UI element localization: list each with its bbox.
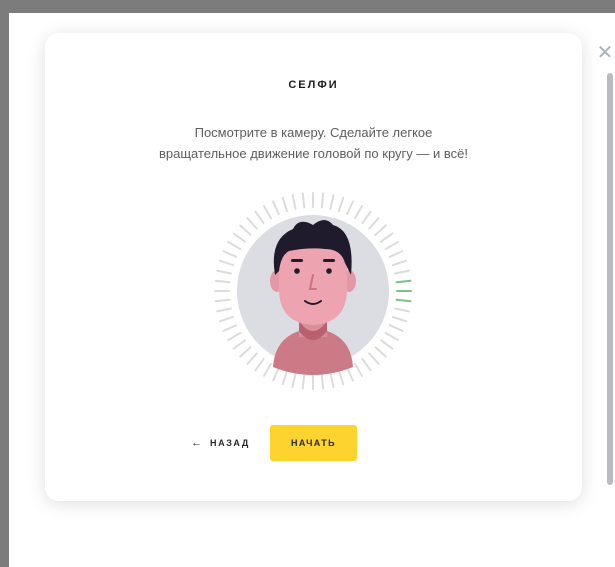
- progress-segment: [368, 352, 380, 365]
- progress-segment: [329, 372, 335, 388]
- selfie-card: СЕЛФИ Посмотрите в камеру. Сделайте легк…: [45, 33, 582, 501]
- progress-segment: [272, 366, 280, 382]
- progress-segment: [320, 192, 325, 209]
- progress-segment: [263, 205, 272, 220]
- instruction-line-2: вращательное движение головой по кругу —…: [158, 146, 468, 161]
- scrollbar[interactable]: [607, 73, 613, 485]
- progress-segment: [346, 200, 354, 216]
- progress-segment: [272, 200, 280, 216]
- progress-segment: [346, 366, 354, 382]
- progress-segment: [394, 307, 410, 313]
- page-title: СЕЛФИ: [288, 79, 339, 91]
- progress-segment: [354, 362, 363, 377]
- progress-segment: [239, 224, 252, 236]
- progress-segment: [227, 332, 242, 341]
- start-button[interactable]: НАЧАТЬ: [270, 425, 357, 461]
- progress-segment: [384, 241, 399, 250]
- progress-segment-active: [395, 279, 412, 284]
- progress-segment: [216, 269, 232, 275]
- progress-segment: [361, 357, 372, 372]
- progress-segment: [281, 369, 289, 386]
- selfie-preview: [213, 191, 413, 391]
- progress-segment: [388, 250, 404, 258]
- progress-segment: [218, 315, 235, 323]
- progress-segment: [254, 357, 265, 372]
- progress-segment: [232, 339, 247, 350]
- progress-segment: [379, 339, 394, 350]
- progress-segment: [374, 346, 387, 358]
- progress-segment: [214, 298, 231, 303]
- progress-segment: [337, 196, 345, 213]
- progress-segment: [227, 241, 242, 250]
- progress-segment: [214, 279, 231, 284]
- progress-segment: [388, 324, 404, 332]
- progress-segment: [216, 307, 232, 313]
- progress-segment: [222, 250, 238, 258]
- progress-segment: [232, 232, 247, 243]
- progress-segment-active: [395, 298, 412, 303]
- progress-segment: [301, 373, 306, 390]
- arrow-left-icon: ←: [191, 437, 202, 449]
- back-button[interactable]: ← НАЗАД: [191, 435, 250, 451]
- progress-segment: [320, 373, 325, 390]
- progress-segment: [246, 217, 258, 230]
- progress-segment: [329, 194, 335, 210]
- progress-segment: [254, 210, 265, 225]
- progress-segment: [368, 217, 380, 230]
- progress-segment: [291, 372, 297, 388]
- progress-segment: [263, 362, 272, 377]
- progress-segment: [361, 210, 372, 225]
- progress-segment: [239, 346, 252, 358]
- avatar: [270, 220, 356, 375]
- instruction-text: Посмотрите в камеру. Сделайте легкое вра…: [105, 122, 522, 164]
- face-scan-illustration: [214, 192, 412, 390]
- progress-segment: [337, 369, 345, 386]
- progress-segment: [391, 315, 408, 323]
- progress-segment: [374, 224, 387, 236]
- progress-segment: [379, 232, 394, 243]
- progress-segment: [384, 332, 399, 341]
- close-icon[interactable]: ✕: [595, 43, 615, 63]
- progress-segment: [301, 192, 306, 209]
- progress-segment: [291, 194, 297, 210]
- progress-segment: [246, 352, 258, 365]
- progress-segment: [394, 269, 410, 275]
- progress-segment: [391, 259, 408, 267]
- instruction-line-1: Посмотрите в камеру. Сделайте легкое: [194, 125, 433, 140]
- progress-segment: [354, 205, 363, 220]
- progress-segment: [222, 324, 238, 332]
- back-button-label: НАЗАД: [210, 438, 250, 448]
- progress-segment: [281, 196, 289, 213]
- action-buttons: ← НАЗАД НАЧАТЬ: [45, 425, 582, 461]
- progress-segment: [218, 259, 235, 267]
